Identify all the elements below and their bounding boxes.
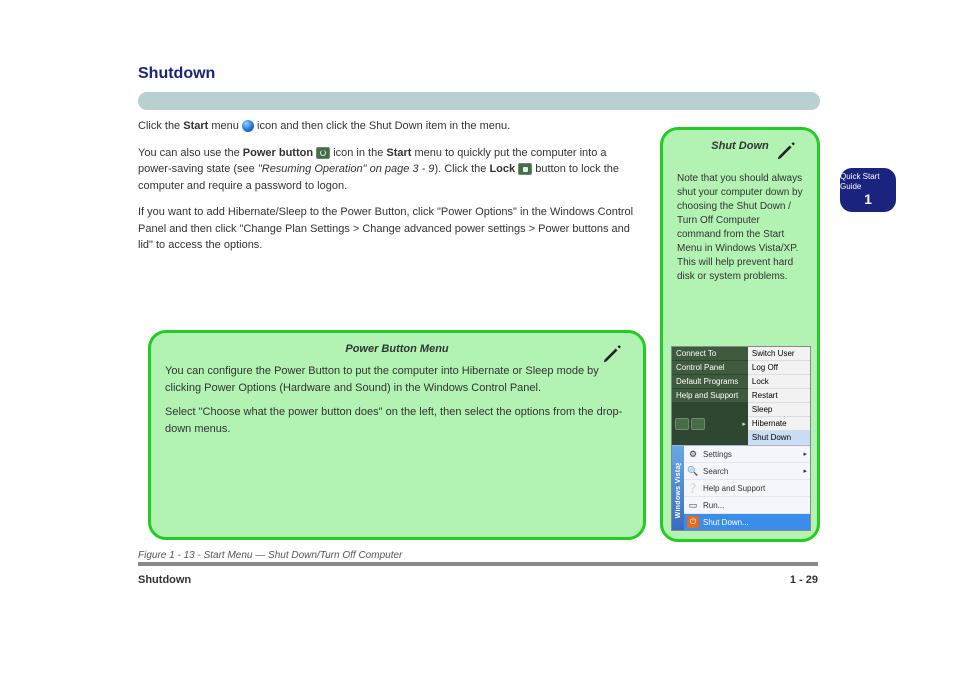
vista-left-item: Default Programs xyxy=(672,375,748,389)
pencil-icon xyxy=(775,140,797,162)
vista-right-item: Hibernate xyxy=(748,417,810,431)
vista-left-item: Connect To xyxy=(672,347,748,361)
vista-right-item: Lock xyxy=(748,375,810,389)
settings-icon: ⚙ xyxy=(687,448,699,460)
body-paragraphs: Click the Start menu icon and then click… xyxy=(138,118,638,264)
vista-right-item: Restart xyxy=(748,389,810,403)
screenshot-vista-start-menu: Connect ToSwitch User Control PanelLog O… xyxy=(671,346,811,531)
windows-vista-strip: Windows Vista™ xyxy=(672,446,684,530)
footer-left: Shutdown xyxy=(138,574,191,586)
pencil-icon xyxy=(601,343,623,365)
vista-left-item: Help and Support xyxy=(672,389,748,403)
xp-menu-item: ▭Run... xyxy=(684,497,810,514)
xp-menu-item: ⚙Settings▸ xyxy=(684,446,810,463)
note-panel-power-button-menu: Power Button Menu You can configure the … xyxy=(148,330,646,540)
xp-menu-item: 🔍Search▸ xyxy=(684,463,810,480)
power-button-icon xyxy=(675,418,689,430)
vista-right-item: Log Off xyxy=(748,361,810,375)
vista-right-item-shutdown: Shut Down xyxy=(748,431,810,445)
lock-button-icon xyxy=(691,418,705,430)
page-root: Shutdown Click the Start menu icon and t… xyxy=(0,0,954,673)
xp-shutdown-item: ⏻Shut Down... xyxy=(684,514,810,530)
paragraph-2: You can also use the Power button icon i… xyxy=(138,145,638,195)
chapter-tab: Quick Start Guide 1 xyxy=(840,168,896,212)
vista-right-item: Sleep xyxy=(748,403,810,417)
note-body: You can configure the Power Button to pu… xyxy=(165,363,629,437)
note-body: Note that you should always shut your co… xyxy=(677,172,803,284)
start-orb-icon xyxy=(242,120,254,132)
section-title: Shutdown xyxy=(138,65,215,83)
footer-rule xyxy=(138,562,818,566)
footer-right: 1 - 29 xyxy=(790,574,818,586)
note-panel-shut-down: Shut Down Note that you should always sh… xyxy=(660,127,820,542)
chevron-right-icon: ▸ xyxy=(742,420,746,428)
chevron-right-icon: ▸ xyxy=(803,467,807,475)
note-title: Power Button Menu xyxy=(165,343,629,355)
run-icon: ▭ xyxy=(687,499,699,511)
paragraph-3: If you want to add Hibernate/Sleep to th… xyxy=(138,204,638,254)
vista-left-item: Control Panel xyxy=(672,361,748,375)
header-accent-bar xyxy=(138,92,820,110)
shutdown-icon: ⏻ xyxy=(687,516,699,528)
chapter-label: Quick Start Guide xyxy=(840,172,896,191)
chevron-right-icon: ▸ xyxy=(803,450,807,458)
help-icon: ❔ xyxy=(687,482,699,494)
xp-menu-item: ❔Help and Support xyxy=(684,480,810,497)
vista-right-item: Switch User xyxy=(748,347,810,361)
paragraph-1: Click the Start menu icon and then click… xyxy=(138,118,638,135)
chapter-number: 1 xyxy=(864,191,872,208)
power-icon xyxy=(316,147,330,159)
page-footer: Shutdown 1 - 29 xyxy=(138,574,818,586)
screenshot-xp-start-menu: Windows Vista™ ⚙Settings▸ 🔍Search▸ ❔Help… xyxy=(672,445,810,530)
figure-caption: Figure 1 - 13 - Start Menu — Shut Down/T… xyxy=(138,550,402,561)
lock-icon xyxy=(518,163,532,175)
search-icon: 🔍 xyxy=(687,465,699,477)
